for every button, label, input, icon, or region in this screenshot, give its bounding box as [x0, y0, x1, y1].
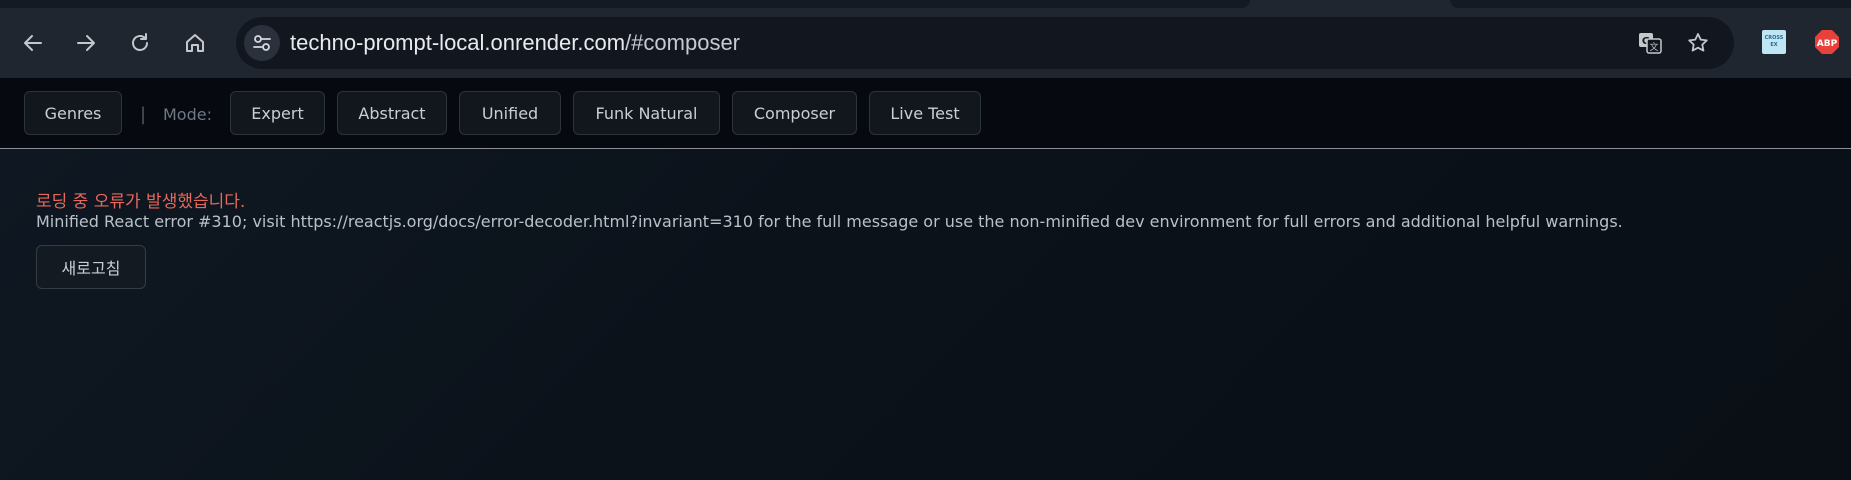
crossex-line1: CROSS: [1764, 35, 1784, 41]
bookmark-button[interactable]: [1684, 29, 1712, 57]
bookmark-star-icon: [1688, 33, 1708, 52]
crossex-extension-icon[interactable]: CROSS EX: [1762, 30, 1786, 54]
abp-octagon-icon: ABP: [1815, 30, 1839, 54]
error-message: Minified React error #310; visit https:/…: [36, 212, 1623, 231]
forward-button[interactable]: [66, 23, 106, 63]
site-info-button[interactable]: [244, 25, 280, 61]
main-content: 로딩 중 오류가 발생했습니다. Minified React error #3…: [0, 149, 1851, 480]
home-icon: [186, 34, 204, 52]
reload-icon: [132, 33, 148, 51]
home-button[interactable]: [175, 23, 215, 63]
genres-button[interactable]: Genres: [24, 91, 122, 135]
app-toolbar: Genres | Mode: Expert Abstract Unified F…: [0, 78, 1851, 149]
back-arrow-icon: [24, 35, 42, 51]
mode-button-live-test[interactable]: Live Test: [869, 91, 981, 135]
mode-button-abstract[interactable]: Abstract: [337, 91, 447, 135]
translate-button[interactable]: G 文: [1636, 29, 1664, 57]
url-domain: techno-prompt-local.onrender.com: [290, 30, 626, 55]
back-button[interactable]: [13, 23, 53, 63]
forward-arrow-icon: [77, 35, 95, 51]
mode-button-funk-natural[interactable]: Funk Natural: [573, 91, 720, 135]
tab-strip-right: [1450, 0, 1851, 8]
refresh-button[interactable]: 새로고침: [36, 245, 146, 289]
mode-button-unified[interactable]: Unified: [459, 91, 561, 135]
mode-button-composer[interactable]: Composer: [732, 91, 857, 135]
abp-label: ABP: [1817, 39, 1838, 49]
mode-button-expert[interactable]: Expert: [230, 91, 325, 135]
mode-label: Mode:: [163, 105, 212, 124]
url-text[interactable]: techno-prompt-local.onrender.com/#compos…: [290, 29, 740, 57]
address-bar[interactable]: techno-prompt-local.onrender.com/#compos…: [236, 17, 1734, 69]
crossex-line2: EX: [1770, 42, 1778, 48]
url-path: /#composer: [625, 30, 741, 55]
svg-text:文: 文: [1649, 41, 1658, 53]
adblock-plus-extension-icon[interactable]: ABP: [1814, 29, 1840, 55]
browser-chrome: techno-prompt-local.onrender.com/#compos…: [0, 0, 1851, 78]
site-info-icon: [253, 35, 271, 51]
translate-icon: G 文: [1639, 33, 1662, 54]
reload-button[interactable]: [120, 23, 160, 63]
toolbar-separator: |: [140, 104, 147, 125]
error-title: 로딩 중 오류가 발생했습니다.: [36, 192, 246, 212]
tab-strip-left: [0, 0, 1250, 8]
